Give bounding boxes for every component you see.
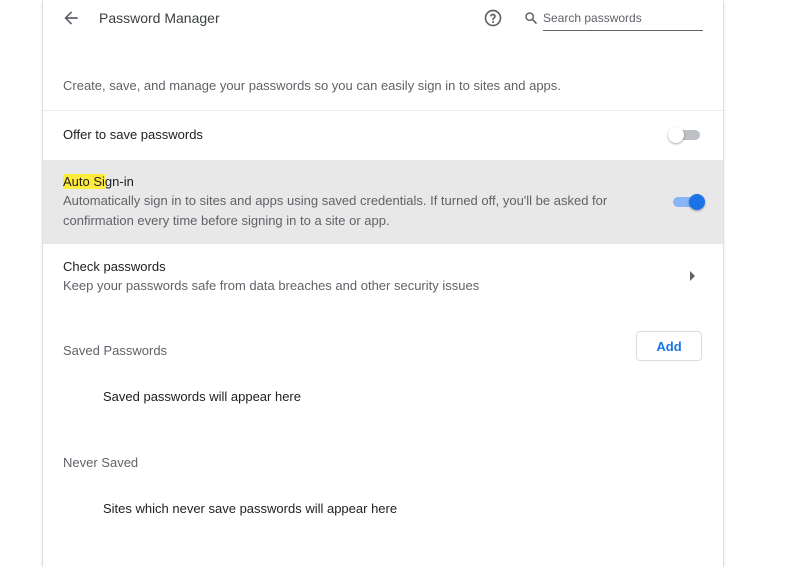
saved-passwords-empty-message: Saved passwords will appear here: [103, 389, 301, 404]
page-description: Create, save, and manage your passwords …: [63, 78, 561, 93]
password-manager-card: Password Manager Create, save, and manag…: [43, 0, 723, 567]
toggle-knob: [689, 194, 705, 210]
help-button[interactable]: [483, 8, 503, 28]
auto-signin-row: Auto Sign-in Automatically sign in to si…: [43, 160, 723, 244]
search-highlight: Auto Si: [63, 174, 105, 189]
toolbar: Password Manager: [43, 0, 723, 36]
never-saved-heading: Never Saved: [63, 455, 139, 470]
add-password-button[interactable]: Add: [636, 331, 702, 361]
arrow-back-icon: [64, 11, 78, 25]
auto-signin-description: Automatically sign in to sites and apps …: [63, 193, 608, 228]
search-input[interactable]: [543, 6, 703, 31]
offer-to-save-row: Offer to save passwords: [43, 111, 723, 159]
back-button[interactable]: [61, 8, 81, 28]
never-saved-empty-message: Sites which never save passwords will ap…: [103, 501, 398, 516]
search-box: [523, 6, 703, 31]
toggle-knob: [668, 127, 684, 143]
arrow-right-icon: [690, 271, 695, 281]
offer-to-save-toggle[interactable]: [668, 127, 702, 143]
search-icon: [525, 12, 537, 24]
check-passwords-row[interactable]: Check passwords Keep your passwords safe…: [43, 245, 723, 305]
auto-signin-label: Auto Sign-in: [63, 174, 134, 189]
help-circle-icon: [484, 9, 502, 27]
page-title: Password Manager: [99, 10, 220, 26]
offer-to-save-label: Offer to save passwords: [63, 127, 203, 142]
check-passwords-label: Check passwords: [63, 259, 166, 274]
auto-signin-toggle[interactable]: [671, 194, 705, 210]
check-passwords-description: Keep your passwords safe from data breac…: [63, 278, 480, 293]
saved-passwords-heading: Saved Passwords: [63, 343, 168, 358]
auto-signin-label-rest: gn-in: [104, 174, 134, 189]
